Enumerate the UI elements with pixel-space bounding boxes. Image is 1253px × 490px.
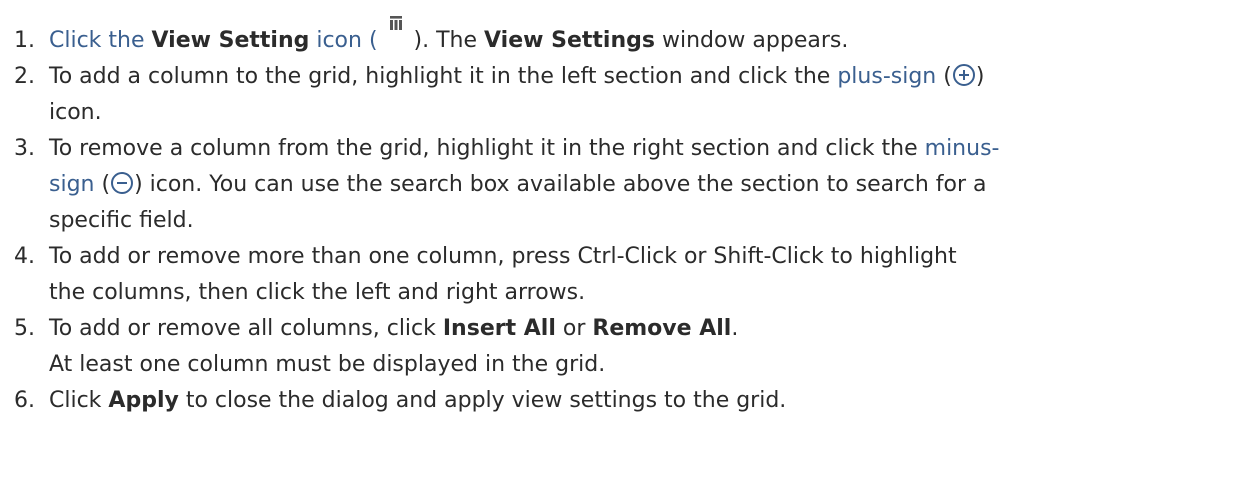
step-number: 4.: [14, 244, 35, 269]
minus-sign-link: minus-: [924, 136, 1000, 161]
click-the-link-text: Click the: [49, 28, 152, 53]
open-paren: (: [94, 172, 111, 197]
plus-circle-icon: [952, 64, 975, 86]
step-text: To remove a column from the grid, highli…: [49, 136, 925, 161]
step-text: To add or remove more than one column, p…: [49, 244, 957, 269]
step-line: Click the View Setting icon (). The View…: [49, 16, 1243, 59]
step-line: icon.: [49, 95, 1243, 131]
step-body: To add or remove all columns, click Inse…: [49, 311, 1243, 383]
step-text: specific field.: [49, 208, 194, 233]
insert-all-label: Insert All: [442, 316, 556, 341]
apply-label: Apply: [108, 388, 179, 413]
step-text: To add or remove all columns, click: [49, 316, 443, 341]
minus-circle-icon: [111, 172, 134, 194]
step-line: sign ( ) icon. You can use the search box…: [49, 167, 1243, 203]
step-body: To add or remove more than one column, p…: [49, 239, 1243, 311]
instructions-document: 1. Click the View Setting icon (). The V…: [0, 0, 1253, 490]
step-line: the columns, then click the left and rig…: [49, 275, 1243, 311]
open-paren: (: [936, 64, 952, 89]
step-number: 6.: [14, 388, 35, 413]
remove-all-label: Remove All: [592, 316, 732, 341]
icon-link-text: icon (: [309, 28, 378, 53]
step-text: to close the dialog and apply view setti…: [178, 388, 787, 413]
minus-sign-link: sign: [49, 172, 95, 197]
or-text: or: [555, 316, 593, 341]
step-line: To add or remove all columns, click Inse…: [49, 311, 1243, 347]
step-line: To remove a column from the grid, highli…: [49, 131, 1243, 167]
step-note: At least one column must be displayed in…: [49, 347, 1243, 383]
window-appears-text: window appears.: [654, 28, 849, 53]
step-text: At least one column must be displayed in…: [49, 352, 606, 377]
step-number: 3.: [14, 136, 35, 161]
plus-sign-link: plus-sign: [837, 64, 937, 89]
step-line: To add a column to the grid, highlight i…: [49, 59, 1243, 95]
view-setting-label: View Setting: [151, 28, 310, 53]
the-text: The: [429, 28, 485, 53]
step-number: 5.: [14, 316, 35, 341]
step-body: Click Apply to close the dialog and appl…: [49, 383, 1243, 419]
period: .: [731, 316, 739, 341]
close-paren: ): [975, 64, 985, 89]
close-paren: ).: [413, 28, 430, 53]
step-number: 2.: [14, 64, 35, 89]
view-settings-label: View Settings: [484, 28, 655, 53]
step-number: 1.: [14, 28, 35, 53]
step-text: icon.: [49, 100, 102, 125]
step-line: Click Apply to close the dialog and appl…: [49, 383, 1243, 419]
step-line: To add or remove more than one column, p…: [49, 239, 1243, 275]
step-body: To add a column to the grid, highlight i…: [49, 59, 1243, 131]
step-body: To remove a column from the grid, highli…: [49, 131, 1243, 239]
step-text: Click: [49, 388, 109, 413]
step-body: Click the View Setting icon (). The View…: [49, 16, 1243, 59]
step-text: To add a column to the grid, highlight i…: [49, 64, 838, 89]
step-line: specific field.: [49, 203, 1243, 239]
view-columns-icon: [379, 16, 413, 59]
step-text: ) icon. You can use the search box avail…: [134, 172, 987, 197]
step-text: the columns, then click the left and rig…: [49, 280, 586, 305]
